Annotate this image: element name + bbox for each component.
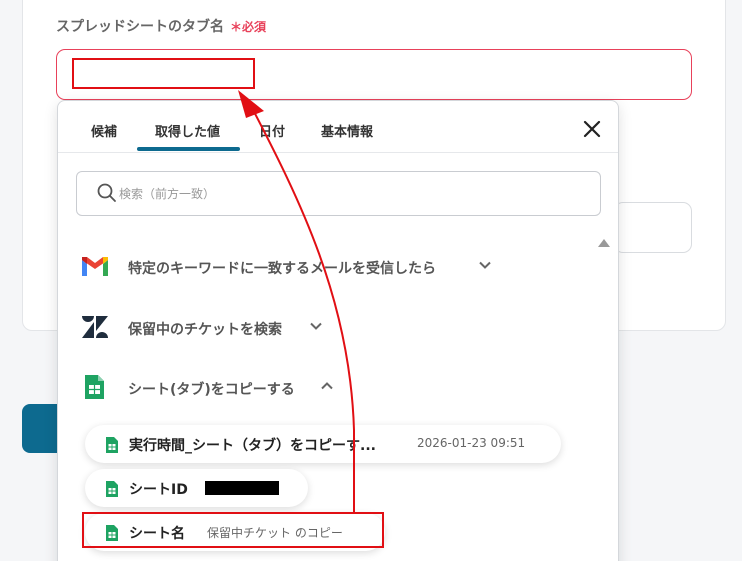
required-badge: ＊必須 — [230, 20, 267, 34]
tab-acquired-values[interactable]: 取得した値 — [155, 121, 220, 140]
search-input[interactable] — [119, 181, 579, 207]
background-input[interactable] — [614, 202, 692, 253]
active-tab-indicator — [137, 147, 240, 151]
scroll-up-arrow[interactable] — [598, 239, 610, 247]
chevron-down-icon — [479, 261, 491, 269]
picker-tabs: 候補 取得した値 日付 基本情報 — [58, 101, 618, 153]
search-icon — [97, 183, 116, 202]
tab-basic-info[interactable]: 基本情報 — [321, 121, 373, 140]
value-chip-sheet-name[interactable]: シート名 保留中チケット のコピー — [85, 513, 385, 551]
section-label: 特定のキーワードに一致するメールを受信したら — [128, 261, 436, 277]
google-sheets-icon — [106, 437, 118, 453]
chip-value: 2026-01-23 09:51 — [417, 436, 526, 450]
section-zendesk-search[interactable]: 保留中のチケットを検索 — [80, 310, 580, 344]
google-sheets-icon — [106, 481, 118, 497]
value-chip-execution-time[interactable]: 実行時間_シート（タブ）をコピーす... 2026-01-23 09:51 — [85, 425, 561, 463]
chip-value: 保留中チケット のコピー — [207, 526, 343, 540]
chevron-up-icon — [321, 382, 333, 390]
google-sheets-icon — [85, 375, 104, 399]
close-icon[interactable] — [580, 117, 604, 141]
google-sheets-icon — [106, 525, 118, 541]
zendesk-icon — [82, 316, 108, 338]
chevron-down-icon — [310, 322, 322, 330]
variable-picker-panel: 候補 取得した値 日付 基本情報 特定のキーワードに一致するメールを受信したら … — [57, 100, 619, 561]
section-label: シート(タブ)をコピーする — [128, 382, 295, 398]
field-label: スプレッドシートのタブ名 ＊必須 — [56, 16, 266, 36]
field-label-text: スプレッドシートのタブ名 — [56, 19, 224, 35]
chip-label: シートID — [129, 482, 188, 498]
chip-label: シート名 — [129, 526, 185, 542]
tab-date[interactable]: 日付 — [259, 121, 285, 140]
value-chip-sheet-id[interactable]: シートID — [85, 469, 308, 507]
section-sheets-copy[interactable]: シート(タブ)をコピーする — [80, 370, 580, 404]
tab-name-input[interactable] — [56, 49, 692, 100]
tab-candidates[interactable]: 候補 — [91, 121, 117, 140]
redacted-value — [205, 481, 279, 495]
section-label: 保留中のチケットを検索 — [128, 322, 282, 338]
gmail-icon — [82, 257, 108, 276]
section-gmail-trigger[interactable]: 特定のキーワードに一致するメールを受信したら — [80, 249, 580, 283]
chip-label: 実行時間_シート（タブ）をコピーす... — [129, 438, 376, 454]
search-box — [76, 171, 601, 216]
